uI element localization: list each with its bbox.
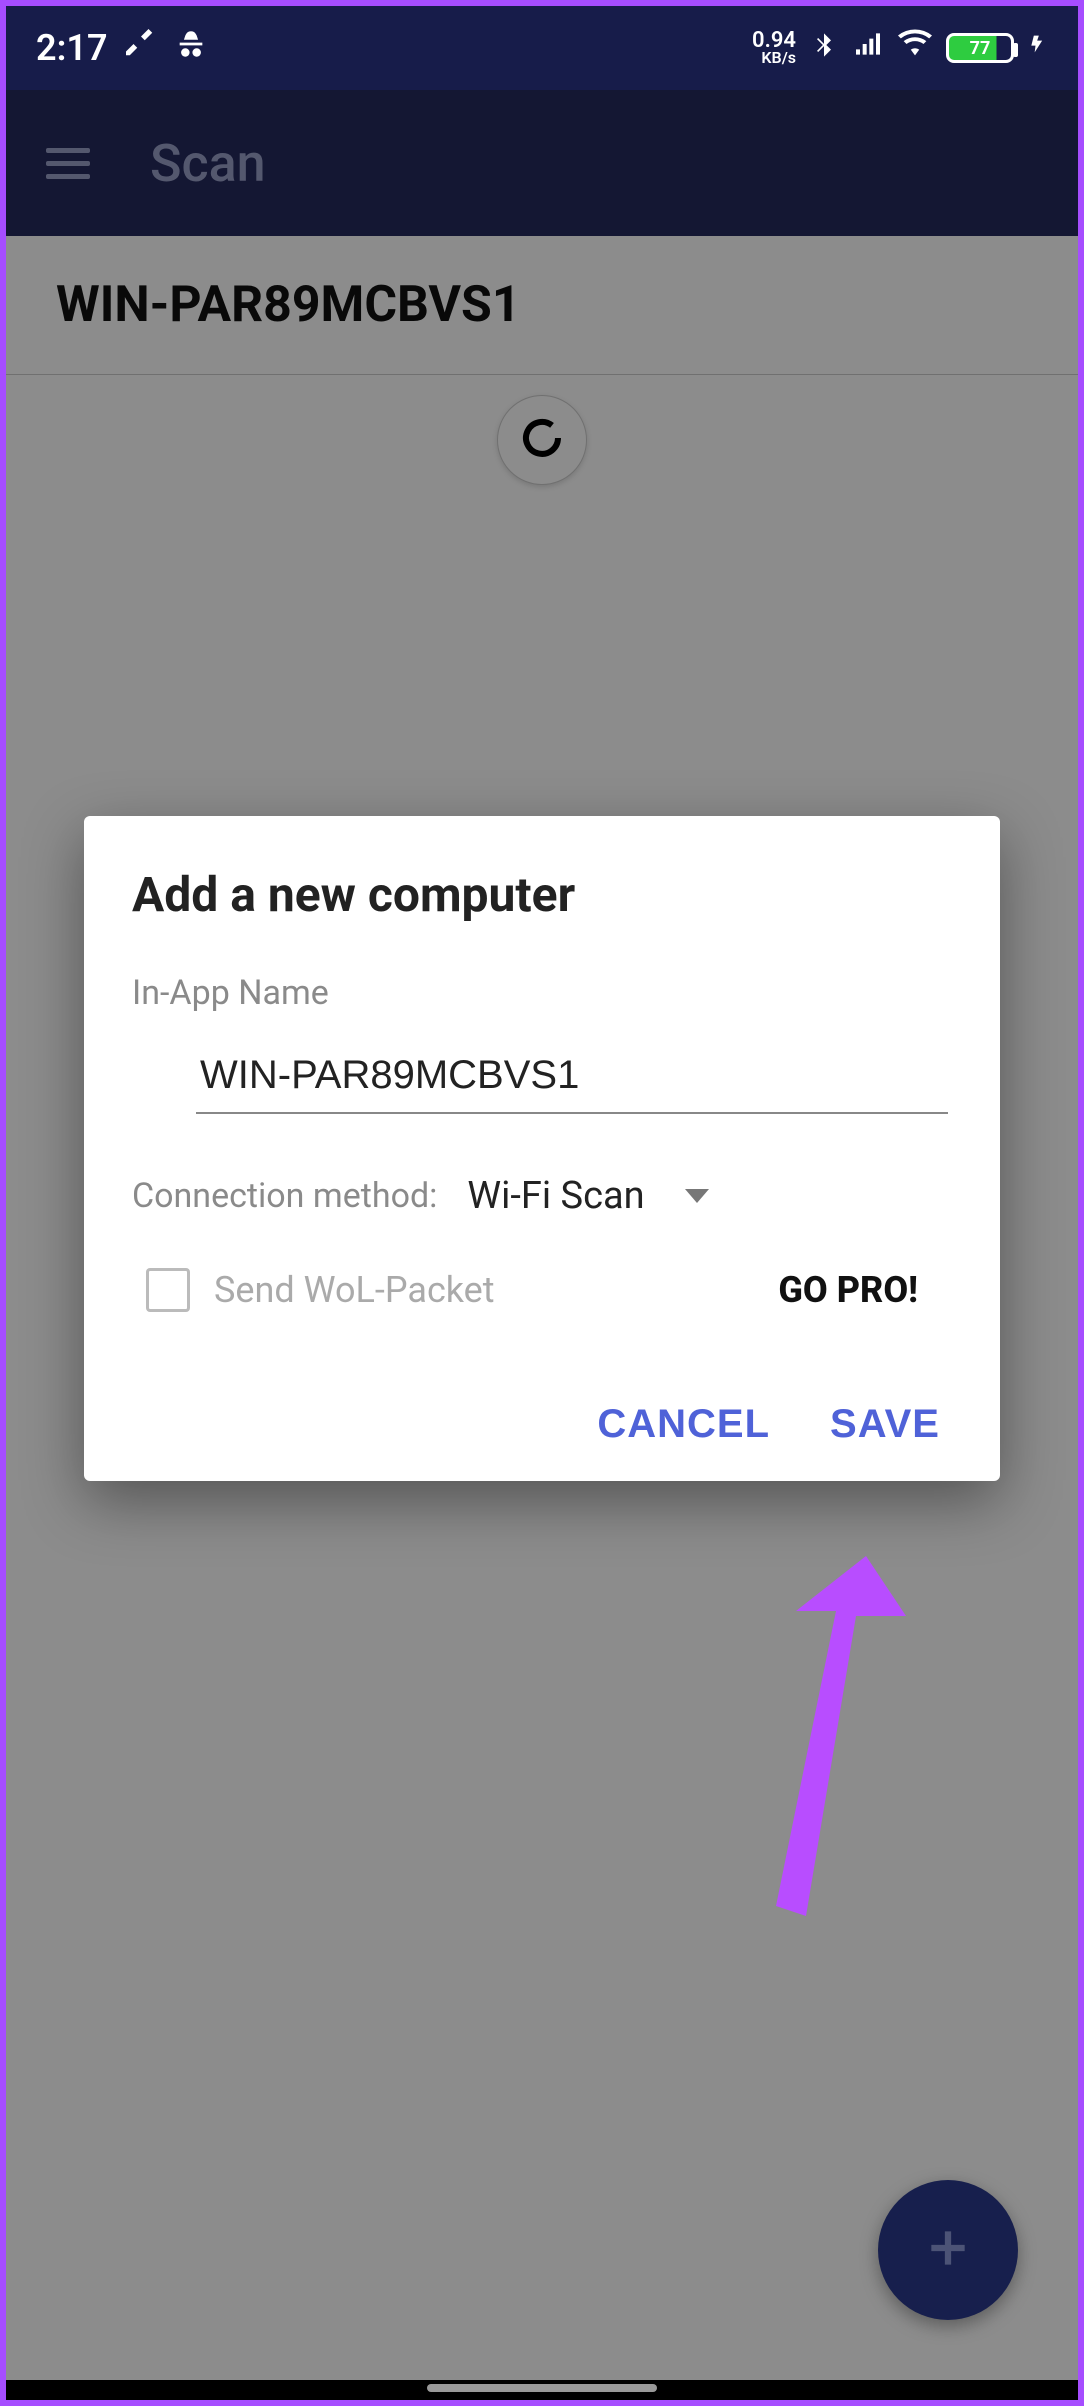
battery-icon: 77: [946, 33, 1014, 63]
tools-icon: [126, 29, 156, 67]
net-speed: 0.94 KB/s: [752, 31, 796, 65]
name-input[interactable]: [196, 1043, 948, 1114]
status-bar: 2:17 0.94 KB/s 77: [6, 6, 1078, 90]
wol-label: Send WoL-Packet: [214, 1269, 495, 1311]
wifi-icon: [898, 27, 932, 69]
dialog-title: Add a new computer: [126, 866, 958, 923]
go-pro-button[interactable]: GO PRO!: [778, 1269, 918, 1311]
add-computer-dialog: Add a new computer In-App Name Connectio…: [84, 816, 1000, 1481]
connection-method-value: Wi-Fi Scan: [467, 1174, 644, 1218]
wol-checkbox[interactable]: [146, 1268, 190, 1312]
name-field-label: In-App Name: [126, 973, 958, 1013]
signal-icon: [852, 28, 884, 68]
bluetooth-icon: [810, 29, 838, 67]
bolt-icon: [1028, 29, 1048, 67]
home-indicator[interactable]: [427, 2384, 657, 2392]
incognito-icon: [174, 27, 208, 69]
time-label: 2:17: [36, 27, 108, 69]
connection-method-label: Connection method:: [132, 1176, 437, 1216]
connection-method-select[interactable]: Wi-Fi Scan: [467, 1174, 708, 1218]
save-button[interactable]: SAVE: [830, 1402, 940, 1447]
cancel-button[interactable]: CANCEL: [597, 1402, 770, 1447]
chevron-down-icon: [685, 1189, 709, 1203]
